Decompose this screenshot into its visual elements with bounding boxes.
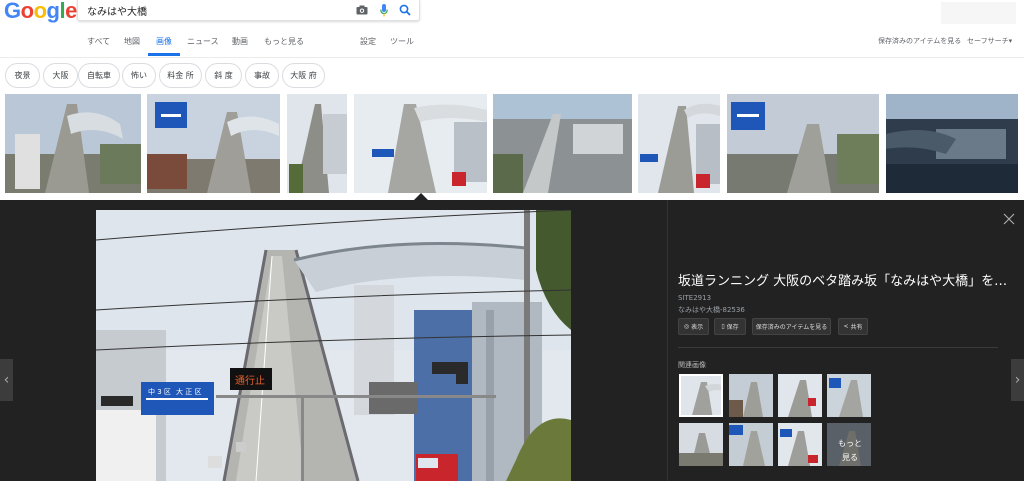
- related-divider: [678, 347, 998, 348]
- tab-news[interactable]: ニュース: [187, 36, 219, 47]
- image-result-6[interactable]: [638, 94, 720, 193]
- active-tab-indicator: [148, 53, 180, 56]
- account-area[interactable]: [941, 2, 1016, 24]
- image-caption: なみはや大橋-82536: [678, 306, 745, 314]
- tab-more[interactable]: もっと見る: [264, 36, 304, 47]
- more-related-label: もっと 見る: [838, 439, 862, 462]
- chip-slope[interactable]: 斜 度: [205, 63, 242, 88]
- image-result-1[interactable]: [5, 94, 141, 193]
- related-image-6[interactable]: [729, 423, 773, 466]
- next-image-button[interactable]: ›: [1011, 359, 1024, 401]
- sign-left-text: 中 3 区: [148, 387, 171, 396]
- view-saved-button[interactable]: 保存済みのアイテムを見る: [752, 318, 831, 335]
- related-image-3[interactable]: [778, 374, 822, 417]
- image-results: [0, 94, 1024, 194]
- chip-osaka[interactable]: 大阪: [43, 63, 78, 88]
- preview-image[interactable]: 中 3 区 大 正 区 通行止: [96, 210, 571, 481]
- tab-settings[interactable]: 設定: [360, 36, 376, 47]
- image-result-2[interactable]: [147, 94, 280, 193]
- chip-scary[interactable]: 怖い: [122, 63, 156, 88]
- previous-image-button[interactable]: ‹: [0, 359, 13, 401]
- image-title[interactable]: 坂道ランニング 大阪のベタ踏み坂「なみはや大橋」を…: [678, 270, 1008, 289]
- share-icon: <: [843, 323, 849, 330]
- chip-bicycle[interactable]: 自転車: [78, 63, 120, 88]
- share-button[interactable]: < 共有: [838, 318, 868, 335]
- tab-images[interactable]: 画像: [156, 36, 172, 47]
- sign-direction-text: 大 正 区: [176, 387, 201, 396]
- led-sign-text: 通行止: [235, 374, 265, 387]
- view-button[interactable]: ◎ 表示: [678, 318, 709, 335]
- saved-items-link[interactable]: 保存済みのアイテムを見る: [878, 36, 961, 46]
- related-image-5[interactable]: [679, 423, 723, 466]
- tab-tools[interactable]: ツール: [390, 36, 414, 47]
- chip-accident[interactable]: 事故: [245, 63, 279, 88]
- related-image-1[interactable]: [679, 374, 723, 417]
- close-icon[interactable]: [1003, 210, 1015, 225]
- related-image-7[interactable]: [778, 423, 822, 466]
- header: Google なみはや大橋 すべて 地図 画像 ニュース 動画 もっと見る 設定…: [0, 0, 1024, 58]
- tab-maps[interactable]: 地図: [124, 36, 140, 47]
- mic-icon[interactable]: [377, 3, 391, 17]
- chip-osaka-pref[interactable]: 大阪 府: [282, 63, 325, 88]
- image-result-8[interactable]: [886, 94, 1018, 193]
- save-button[interactable]: ▯ 保存: [714, 318, 746, 335]
- search-input[interactable]: なみはや大橋: [87, 3, 147, 18]
- chip-night-view[interactable]: 夜景: [5, 63, 40, 88]
- tab-all[interactable]: すべて: [87, 36, 110, 47]
- chip-toll[interactable]: 料金 所: [159, 63, 202, 88]
- image-result-5[interactable]: [493, 94, 632, 193]
- related-images-label: 関連画像: [678, 361, 706, 369]
- search-icon[interactable]: [398, 3, 412, 17]
- search-tabs: すべて 地図 画像 ニュース 動画 もっと見る 設定 ツール 保存済みのアイテム…: [0, 33, 1024, 58]
- related-image-2[interactable]: [729, 374, 773, 417]
- safesearch-menu[interactable]: セーフサーチ▾: [967, 36, 1012, 46]
- google-logo[interactable]: Google: [4, 0, 77, 24]
- bookmark-icon: ▯: [721, 323, 725, 330]
- related-image-4[interactable]: [827, 374, 871, 417]
- image-site[interactable]: SITE2913: [678, 294, 1008, 302]
- related-search-chips: 夜景 大阪 自転車 怖い 料金 所 斜 度 事故 大阪 府: [0, 58, 1024, 92]
- globe-icon: ◎: [683, 323, 690, 330]
- selected-pointer: [414, 193, 428, 200]
- search-box[interactable]: なみはや大橋: [77, 0, 420, 21]
- tab-videos[interactable]: 動画: [232, 36, 248, 47]
- image-info: 坂道ランニング 大阪のベタ踏み坂「なみはや大橋」を… SITE2913 なみはや…: [678, 270, 1008, 315]
- image-result-7[interactable]: [727, 94, 879, 193]
- image-result-3[interactable]: [287, 94, 347, 193]
- panel-divider: [667, 200, 668, 481]
- camera-icon[interactable]: [355, 3, 369, 17]
- image-result-4[interactable]: [354, 94, 487, 193]
